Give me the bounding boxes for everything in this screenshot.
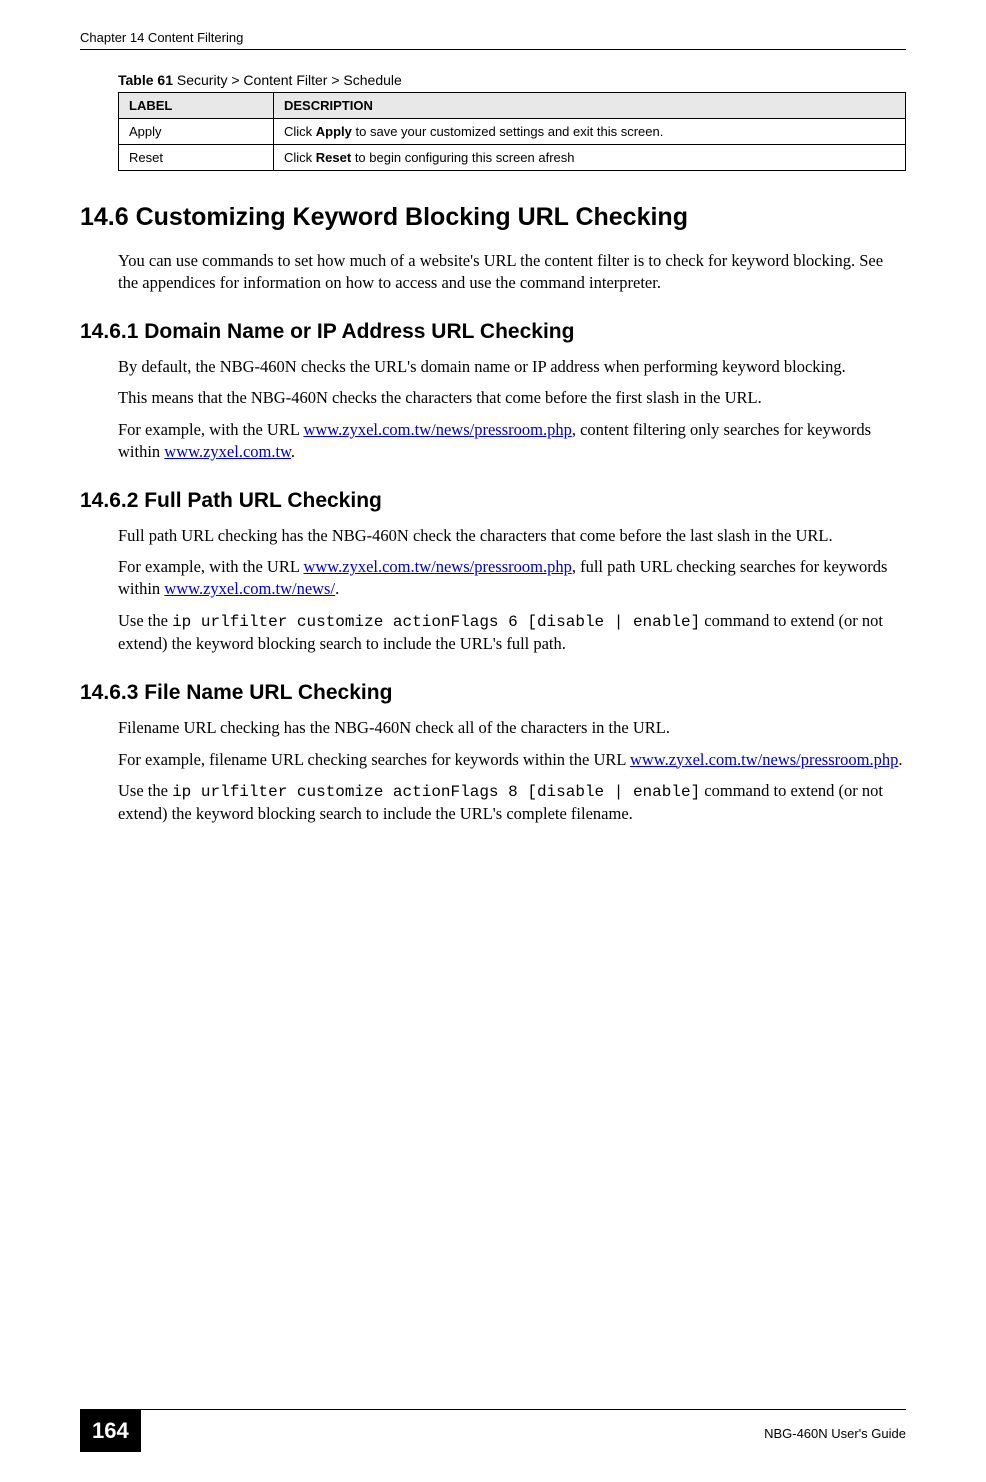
paragraph: You can use commands to set how much of … <box>118 250 906 294</box>
col-header-description: DESCRIPTION <box>274 93 906 119</box>
schedule-table: LABEL DESCRIPTION Apply Click Apply to s… <box>118 92 906 171</box>
url-link[interactable]: www.zyxel.com.tw/news/ <box>164 579 335 598</box>
paragraph: By default, the NBG-460N checks the URL'… <box>118 356 906 378</box>
paragraph: For example, filename URL checking searc… <box>118 749 906 771</box>
url-link[interactable]: www.zyxel.com.tw/news/pressroom.php <box>303 557 571 576</box>
col-header-label: LABEL <box>119 93 274 119</box>
paragraph: Full path URL checking has the NBG-460N … <box>118 525 906 547</box>
page-footer: 164 NBG-460N User's Guide <box>80 1409 906 1452</box>
table-row: Apply Click Apply to save your customize… <box>119 119 906 145</box>
paragraph: For example, with the URL www.zyxel.com.… <box>118 419 906 463</box>
page-header: Chapter 14 Content Filtering <box>80 30 906 50</box>
paragraph: For example, with the URL www.zyxel.com.… <box>118 556 906 600</box>
url-link[interactable]: www.zyxel.com.tw/news/pressroom.php <box>303 420 571 439</box>
cli-command: ip urlfilter customize actionFlags 6 [di… <box>172 613 700 631</box>
page-number: 164 <box>80 1410 141 1452</box>
table-row: Reset Click Reset to begin configuring t… <box>119 145 906 171</box>
content-area: Table 61 Security > Content Filter > Sch… <box>80 72 906 825</box>
url-link[interactable]: www.zyxel.com.tw/news/pressroom.php <box>630 750 898 769</box>
table-caption: Table 61 Security > Content Filter > Sch… <box>118 72 906 88</box>
section-14-6-1-heading: 14.6.1 Domain Name or IP Address URL Che… <box>80 320 906 344</box>
cli-command: ip urlfilter customize actionFlags 8 [di… <box>172 783 700 801</box>
section-14-6-3-heading: 14.6.3 File Name URL Checking <box>80 681 906 705</box>
section-14-6-2-heading: 14.6.2 Full Path URL Checking <box>80 489 906 513</box>
table-number: Table 61 <box>118 72 173 88</box>
paragraph: Use the ip urlfilter customize actionFla… <box>118 610 906 655</box>
guide-name: NBG-460N User's Guide <box>764 1426 906 1441</box>
cell-description: Click Reset to begin configuring this sc… <box>274 145 906 171</box>
cell-label: Reset <box>119 145 274 171</box>
table-header-row: LABEL DESCRIPTION <box>119 93 906 119</box>
cell-label: Apply <box>119 119 274 145</box>
paragraph: Filename URL checking has the NBG-460N c… <box>118 717 906 739</box>
paragraph: Use the ip urlfilter customize actionFla… <box>118 780 906 825</box>
section-14-6-heading: 14.6 Customizing Keyword Blocking URL Ch… <box>80 203 906 232</box>
url-link[interactable]: www.zyxel.com.tw <box>164 442 291 461</box>
table-breadcrumb: Security > Content Filter > Schedule <box>173 72 402 88</box>
cell-description: Click Apply to save your customized sett… <box>274 119 906 145</box>
chapter-title: Chapter 14 Content Filtering <box>80 30 243 45</box>
paragraph: This means that the NBG-460N checks the … <box>118 387 906 409</box>
